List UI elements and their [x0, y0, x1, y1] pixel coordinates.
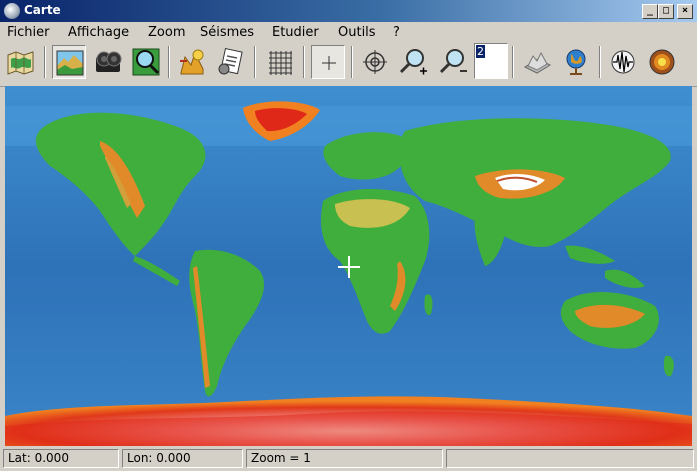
zoom-in-icon — [399, 49, 427, 75]
zoom-level-value: 2 — [476, 45, 485, 58]
zoom-readout: Zoom = 1 — [246, 449, 443, 468]
app-globe-icon[interactable] — [4, 3, 20, 19]
grid-icon — [269, 51, 292, 75]
crosshair-cursor-icon — [322, 56, 336, 70]
status-bar: Lat: 0.000 Lon: 0.000 Zoom = 1 — [0, 446, 697, 471]
terrain-3d-button[interactable] — [520, 45, 554, 79]
window-title: Carte — [24, 3, 61, 17]
map-tool-button[interactable] — [4, 45, 38, 79]
toolbar-separator — [254, 46, 256, 78]
earth-interior-icon — [649, 49, 675, 75]
document-list-icon — [218, 47, 243, 75]
toolbar-separator — [303, 46, 305, 78]
menu-zoom[interactable]: Zoom — [148, 25, 185, 40]
camera-icon — [96, 51, 122, 72]
globe-icon — [566, 49, 586, 75]
earthquake-list-button[interactable] — [175, 45, 209, 79]
menu-affichage[interactable]: Affichage — [68, 25, 129, 40]
earthquake-list-icon — [180, 49, 204, 75]
toolbar-separator — [351, 46, 353, 78]
maximize-button[interactable]: □ — [658, 4, 674, 19]
zoom-out-button[interactable] — [436, 45, 470, 79]
menu-bar: Fichier Affichage Zoom Séismes Etudier O… — [0, 22, 697, 42]
menu-seismes[interactable]: Séismes — [200, 25, 254, 40]
globe-button[interactable] — [559, 45, 593, 79]
longitude-readout: Lon: 0.000 — [122, 449, 243, 468]
relief-map-icon — [56, 50, 84, 76]
toolbar-separator — [44, 46, 46, 78]
relief-map-button[interactable] — [52, 45, 86, 79]
earth-interior-button[interactable] — [645, 45, 679, 79]
zoom-out-icon — [439, 49, 467, 74]
carte-window: Carte _ □ × Fichier Affichage Zoom Séism… — [0, 0, 697, 471]
minimize-button[interactable]: _ — [642, 4, 658, 19]
close-button[interactable]: × — [677, 4, 693, 19]
target-icon — [363, 50, 387, 74]
menu-fichier[interactable]: Fichier — [7, 25, 50, 40]
world-relief-map[interactable] — [5, 86, 692, 446]
zoom-level-field[interactable]: 2 — [474, 43, 508, 79]
grid-button[interactable] — [263, 45, 297, 79]
toolbar-separator — [599, 46, 601, 78]
terrain-3d-icon — [523, 51, 552, 74]
seismogram-icon — [611, 50, 635, 74]
menu-help[interactable]: ? — [393, 25, 400, 40]
toolbar-separator — [512, 46, 514, 78]
latitude-readout: Lat: 0.000 — [3, 449, 119, 468]
zoom-map-icon — [132, 48, 160, 76]
map-tool-icon — [7, 51, 34, 75]
crosshair-cursor-button[interactable] — [311, 45, 345, 79]
toolbar — [0, 42, 697, 87]
seismogram-button[interactable] — [606, 45, 640, 79]
toolbar-separator — [168, 46, 170, 78]
world-map-image — [5, 86, 692, 446]
document-list-button[interactable] — [214, 45, 248, 79]
menu-outils[interactable]: Outils — [338, 25, 376, 40]
zoom-map-button[interactable] — [129, 45, 163, 79]
menu-etudier[interactable]: Etudier — [272, 25, 319, 40]
status-info — [446, 449, 694, 468]
camera-button[interactable] — [91, 45, 125, 79]
zoom-in-button[interactable] — [396, 45, 430, 79]
target-button[interactable] — [358, 45, 392, 79]
title-bar[interactable]: Carte _ □ × — [0, 0, 697, 22]
